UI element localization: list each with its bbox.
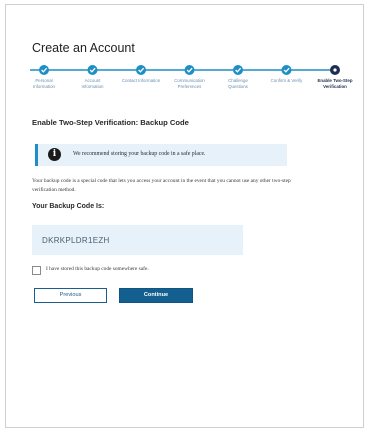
step-marker [281, 65, 292, 75]
step-label-line: Preferences [177, 83, 202, 89]
step-label: Contact Information [120, 78, 162, 89]
info-notice: i We recommend storing your backup code … [35, 144, 287, 166]
backup-code-box: DKRKPLDR1EZH [32, 225, 243, 255]
step-label-line: Information [33, 83, 55, 89]
stored-checkbox-label: I have stored this backup code somewhere… [46, 266, 149, 272]
stored-confirmation[interactable]: I have stored this backup code somewhere… [32, 265, 272, 277]
info-icon: i [48, 148, 61, 161]
step-label-line: Information [81, 83, 104, 89]
step-label-line: Contact Information [121, 78, 161, 83]
dot-icon [333, 68, 337, 72]
step-marker [39, 65, 49, 75]
page-frame: Create an Account Personal Information Acc… [5, 4, 364, 428]
step-label: Account Information [72, 78, 114, 89]
step-marker [87, 65, 98, 75]
step-label: Confirm & Verify [266, 78, 308, 89]
step-label: Challenge Questions [217, 78, 259, 89]
step-label-line [120, 84, 162, 90]
progress-stepper: Personal Information Account Information Con… [28, 63, 358, 103]
step-label: Personal Information [23, 78, 65, 89]
step-label-line: Questions [228, 83, 248, 89]
step-marker [233, 65, 243, 75]
backup-code-value: DKRKPLDR1EZH [42, 236, 110, 245]
step-marker [136, 65, 146, 75]
step-label-line: Verification [323, 83, 347, 89]
section-title: Enable Two-Step Verification: Backup Cod… [32, 118, 189, 127]
page-title: Create an Account [32, 41, 135, 55]
step-label-line: Enable Two-Step [317, 78, 353, 83]
notice-message: We recommend storing your backup code in… [73, 151, 206, 157]
step-label-line: Confirm & Verify [270, 78, 303, 83]
stored-checkbox[interactable] [32, 266, 41, 275]
step-label: Communication Preferences [169, 78, 211, 89]
step-label-line: Communication [174, 78, 205, 83]
previous-button[interactable]: Previous [34, 288, 107, 303]
continue-button[interactable]: Continue [119, 288, 193, 303]
backup-code-label: Your Backup Code Is: [32, 203, 105, 210]
backup-code-description: Your backup code is a special code that … [32, 178, 291, 193]
step-marker [184, 65, 195, 75]
step-label: Enable Two-Step Verification [314, 78, 356, 89]
step-label-line [266, 84, 308, 90]
